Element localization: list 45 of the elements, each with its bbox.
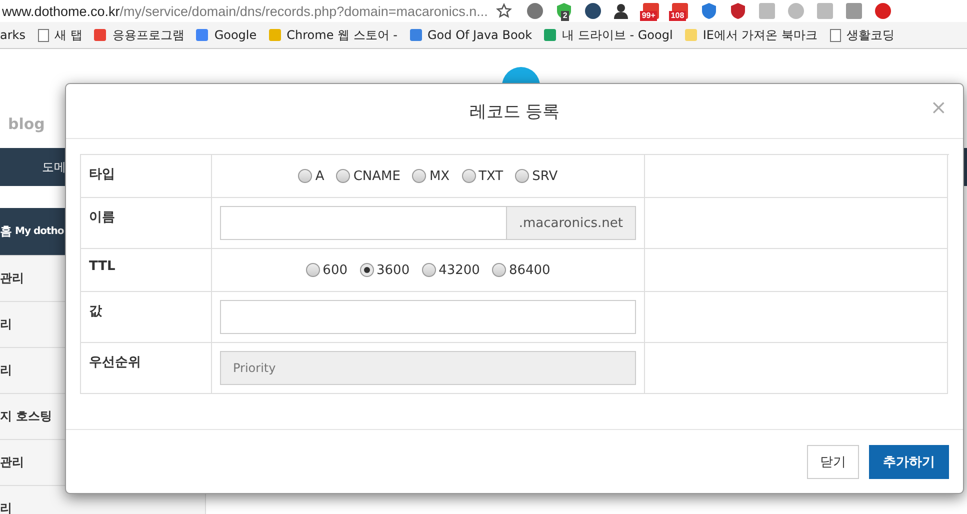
domain-suffix: .macaronics.net: [506, 206, 636, 240]
radio-option[interactable]: MX: [412, 168, 450, 184]
bookmark-item[interactable]: Google: [196, 28, 257, 42]
address-bar[interactable]: www.dothome.co.kr/my/service/domain/dns/records.php?domain=macaronics.n...: [0, 4, 488, 18]
bookmark-icon: [410, 29, 422, 41]
bookmark-item[interactable]: arks: [0, 28, 26, 42]
radio-option[interactable]: CNAME: [336, 168, 400, 184]
bookmark-icon: [684, 29, 697, 41]
radio-option[interactable]: 86400: [492, 262, 550, 278]
bookmark-item[interactable]: 생활코딩: [830, 26, 895, 44]
field-label: 우선순위: [81, 343, 212, 394]
add-button[interactable]: 추가하기: [869, 444, 949, 478]
bookmark-item[interactable]: Chrome 웹 스토어 -: [268, 26, 398, 44]
dialog-title: 레코드 등록: [469, 100, 560, 122]
nav-item[interactable]: 도메: [42, 158, 66, 176]
bookmark-star-icon[interactable]: [496, 3, 512, 19]
bookmark-icon: [830, 28, 841, 42]
radio-option[interactable]: 600: [306, 262, 348, 278]
bookmark-icon: [268, 29, 281, 41]
extension-icon[interactable]: [728, 2, 747, 20]
field-label: TTL: [81, 249, 212, 292]
radio-option[interactable]: 43200: [422, 262, 480, 278]
bookmark-item[interactable]: 새 탭: [38, 26, 82, 44]
bookmark-item[interactable]: God Of Java Book: [410, 28, 532, 42]
field-label: 타입: [81, 155, 212, 198]
extension-icon[interactable]: [584, 2, 602, 20]
input-field[interactable]: [220, 300, 636, 334]
bookmark-icon: [94, 29, 106, 41]
field-label: 이름: [81, 198, 212, 249]
badge-count: 2: [560, 11, 570, 21]
bookmark-icon: [544, 29, 556, 41]
radio-option[interactable]: TXT: [462, 168, 504, 184]
bookmark-icon: [196, 29, 208, 41]
radio-option[interactable]: SRV: [515, 168, 558, 184]
extension-icon[interactable]: [612, 2, 631, 20]
bookmark-item[interactable]: IE에서 가져온 북마크: [684, 26, 818, 44]
badge-count: 108: [668, 11, 686, 21]
close-button[interactable]: 닫기: [807, 444, 859, 478]
bookmark-item[interactable]: 응용프로그램: [94, 26, 184, 44]
radio-option[interactable]: 3600: [360, 262, 410, 278]
field-label: 값: [81, 292, 212, 343]
bookmark-icon: [38, 28, 48, 42]
bookmark-item[interactable]: 내 드라이브 - Googl: [544, 26, 673, 44]
badge-count: 99+: [640, 11, 658, 21]
input-field[interactable]: [220, 206, 507, 240]
